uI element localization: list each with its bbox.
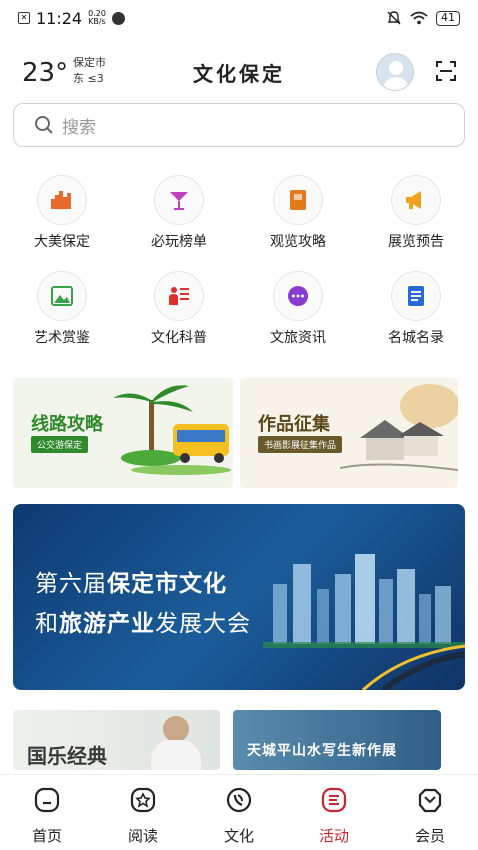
tab-home[interactable]: 首页	[12, 785, 82, 846]
chat-icon	[288, 286, 308, 306]
person-photo	[163, 716, 189, 742]
grid-item-biwanbangdan[interactable]: 必玩榜单	[129, 175, 229, 251]
palm-bus-illustration	[113, 385, 231, 475]
grid-item-zhanlanyugao[interactable]: 展览预告	[366, 175, 466, 251]
app-status-icon	[111, 11, 125, 25]
banner-text: 第六届	[35, 571, 107, 597]
culture-icon	[226, 787, 252, 813]
megaphone-icon	[406, 191, 421, 209]
cocktail-icon	[170, 192, 188, 210]
promo-subtitle: 公交游保定	[31, 436, 89, 453]
banner-title-line1: 第六届保定市文化	[35, 564, 227, 598]
preview-card-painting[interactable]: 天城平山水写生新作展	[233, 710, 441, 770]
conference-banner[interactable]: 第六届保定市文化 和旅游产业发展大会	[13, 504, 465, 690]
city-icon	[51, 191, 71, 209]
banner-title-line2: 和旅游产业发展大会	[35, 604, 251, 638]
tab-member[interactable]: 会员	[395, 785, 465, 846]
wifi-icon	[410, 11, 428, 25]
notification-icon: ✕	[18, 12, 30, 24]
preview-title: 天城平山水写生新作展	[247, 743, 397, 759]
grid-item-mingchengminglu[interactable]: 名城名录	[366, 271, 466, 347]
user-avatar[interactable]	[376, 53, 414, 91]
home-icon	[34, 787, 60, 813]
tab-label: 活动	[318, 827, 349, 845]
app-header: 23° 保定市 东 ≤3 文化保定	[0, 48, 478, 96]
grid-item-yishushangjian[interactable]: 艺术赏鉴	[12, 271, 112, 347]
preview-title: 国乐经典	[27, 744, 107, 768]
list-icon	[408, 286, 424, 306]
status-time: 11:24	[36, 8, 83, 28]
tab-reading[interactable]: 阅读	[108, 785, 178, 846]
grid-item-label: 展览预告	[388, 234, 444, 250]
network-speed: 0.20 KB/s	[88, 10, 106, 26]
ink-village-illustration	[340, 384, 458, 471]
person-body	[151, 740, 201, 770]
search-placeholder: 搜索	[62, 117, 96, 138]
activity-icon	[321, 787, 347, 813]
grid-item-label: 文旅资讯	[270, 330, 326, 346]
scan-icon[interactable]	[434, 59, 458, 83]
search-input[interactable]: 搜索	[13, 103, 465, 147]
grid-item-guanlangonglue[interactable]: 观览攻略	[248, 175, 348, 251]
grid-item-label: 必玩榜单	[151, 234, 207, 250]
grid-item-label: 文化科普	[151, 330, 207, 346]
grid-item-wenlvzixun[interactable]: 文旅资讯	[248, 271, 348, 347]
member-icon	[418, 788, 442, 813]
banner-text-bold: 旅游产业	[59, 611, 155, 637]
tab-label: 文化	[223, 827, 254, 845]
tab-activity[interactable]: 活动	[299, 785, 369, 846]
grid-item-dameibaoding[interactable]: 大美保定	[12, 175, 112, 251]
promo-subtitle: 书画影展征集作品	[258, 436, 343, 453]
grid-item-wenhuakepu[interactable]: 文化科普	[129, 271, 229, 347]
banner-text: 和	[35, 611, 59, 637]
tab-label: 阅读	[127, 827, 158, 845]
tab-culture[interactable]: 文化	[204, 785, 274, 846]
promo-title: 线路攻略	[31, 414, 103, 435]
bottom-tab-bar: 首页 阅读 文化 活动 会员	[0, 774, 478, 850]
teacher-icon	[169, 287, 189, 305]
city-skyline-illustration	[263, 554, 465, 690]
status-bar: ✕ 11:24 0.20 KB/s 41	[0, 0, 478, 36]
search-icon	[35, 116, 53, 134]
tab-label: 会员	[414, 827, 445, 845]
banner-text: 发展大会	[155, 611, 251, 637]
promo-route-guide[interactable]: 线路攻略 公交游保定	[13, 378, 233, 488]
promo-works-collection[interactable]: 作品征集 书画影展征集作品	[240, 378, 458, 488]
picture-icon	[51, 286, 73, 306]
grid-item-label: 艺术赏鉴	[34, 330, 90, 346]
reading-icon	[130, 787, 156, 813]
grid-item-label: 名城名录	[388, 330, 444, 346]
grid-item-label: 大美保定	[34, 234, 90, 250]
network-speed-unit: KB/s	[88, 17, 106, 26]
mute-bell-icon	[387, 11, 401, 25]
preview-card-music[interactable]: 国乐经典	[13, 710, 220, 770]
promo-title: 作品征集	[258, 414, 330, 435]
banner-text-bold: 保定市文化	[107, 571, 227, 597]
grid-item-label: 观览攻略	[270, 234, 326, 250]
tab-label: 首页	[31, 827, 62, 845]
battery-indicator: 41	[436, 10, 460, 26]
book-icon	[290, 190, 306, 210]
